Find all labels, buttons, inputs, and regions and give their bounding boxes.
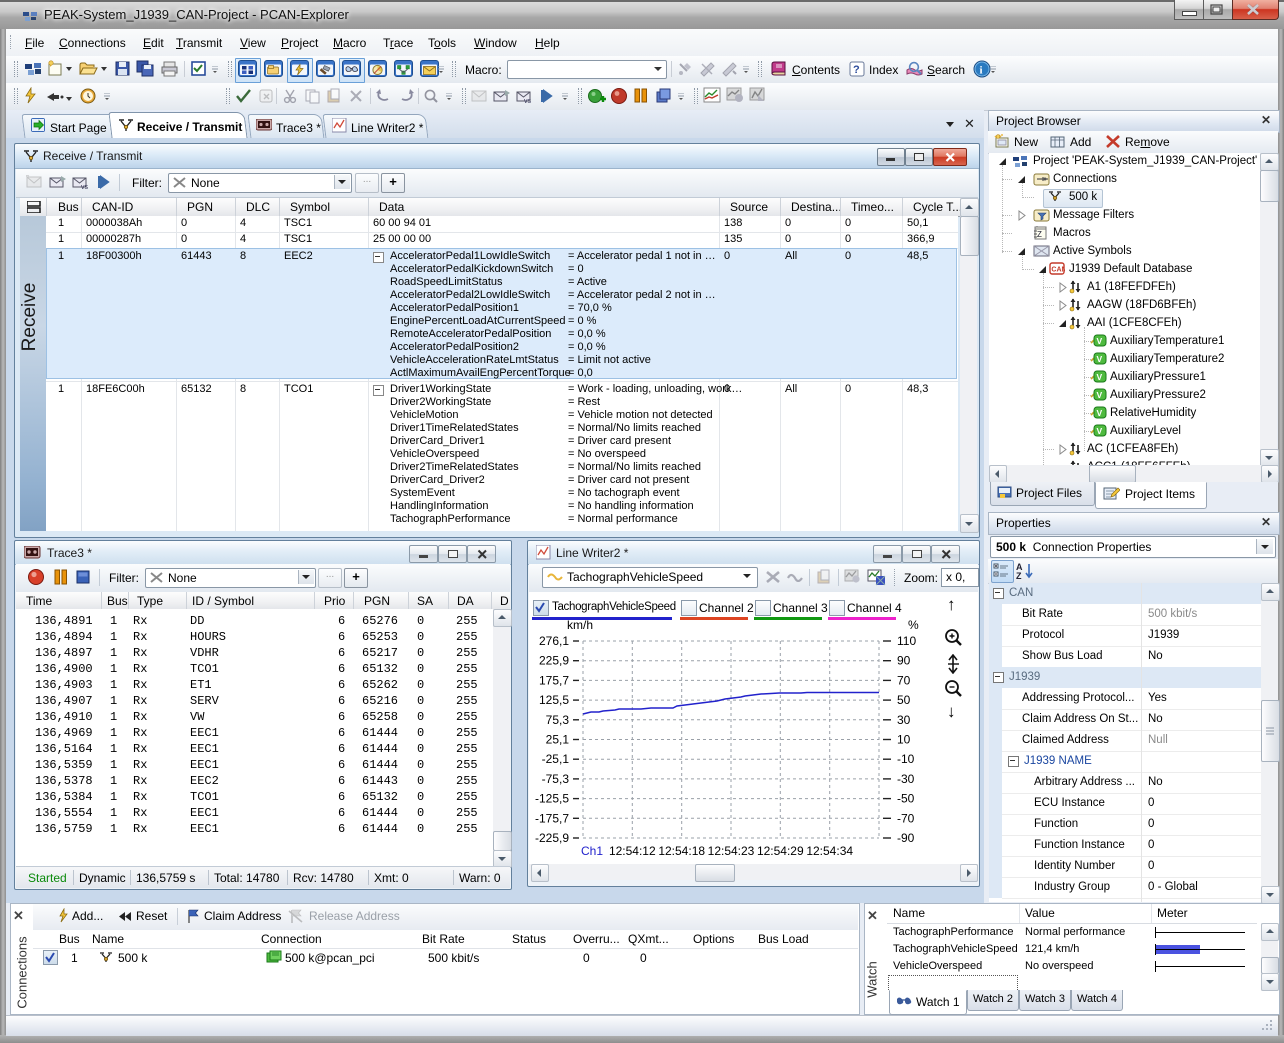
- svg-text:50: 50: [897, 693, 911, 707]
- svg-text:12:54:23: 12:54:23: [708, 844, 755, 858]
- svg-text:V: V: [1097, 426, 1103, 436]
- svg-text:V: V: [1097, 354, 1103, 364]
- svg-text:vs: vs: [81, 184, 89, 190]
- svg-text:110: 110: [897, 634, 916, 648]
- svg-text:175,7: 175,7: [539, 673, 569, 687]
- svg-text:276,1: 276,1: [539, 634, 569, 648]
- svg-text:12:54:12: 12:54:12: [609, 844, 656, 858]
- svg-text:Z: Z: [1016, 571, 1022, 581]
- svg-text:V: V: [1097, 372, 1103, 382]
- svg-text:70: 70: [897, 673, 911, 687]
- svg-text:-10: -10: [897, 752, 915, 766]
- svg-text:i: i: [980, 65, 983, 77]
- svg-text:125,5: 125,5: [539, 693, 569, 707]
- svg-text:10: 10: [897, 733, 911, 747]
- svg-text:-30: -30: [897, 772, 915, 786]
- svg-text:-125,5: -125,5: [535, 792, 569, 806]
- svg-text:12:54:18: 12:54:18: [658, 844, 705, 858]
- svg-text:-70: -70: [897, 811, 915, 825]
- svg-text:-50: -50: [897, 792, 915, 806]
- svg-text:CAN: CAN: [1051, 267, 1065, 274]
- svg-text:225,9: 225,9: [539, 654, 569, 668]
- svg-text:vs: vs: [524, 98, 532, 104]
- svg-text:Z: Z: [1037, 230, 1042, 239]
- svg-text:12:54:34: 12:54:34: [806, 844, 853, 858]
- svg-text:V: V: [1097, 336, 1103, 346]
- svg-text:90: 90: [897, 654, 911, 668]
- svg-text:75,3: 75,3: [546, 713, 570, 727]
- svg-text:V: V: [1097, 390, 1103, 400]
- svg-text:-90: -90: [897, 831, 915, 845]
- svg-text:25,1: 25,1: [546, 733, 570, 747]
- svg-text:30: 30: [897, 713, 911, 727]
- svg-text:-225,9: -225,9: [535, 831, 569, 845]
- svg-text:-75,3: -75,3: [542, 772, 570, 786]
- svg-text:?: ?: [853, 64, 860, 76]
- svg-text:V: V: [1097, 408, 1103, 418]
- svg-text:-175,7: -175,7: [535, 811, 569, 825]
- svg-text:-25,1: -25,1: [542, 752, 570, 766]
- svg-text:12:54:29: 12:54:29: [757, 844, 804, 858]
